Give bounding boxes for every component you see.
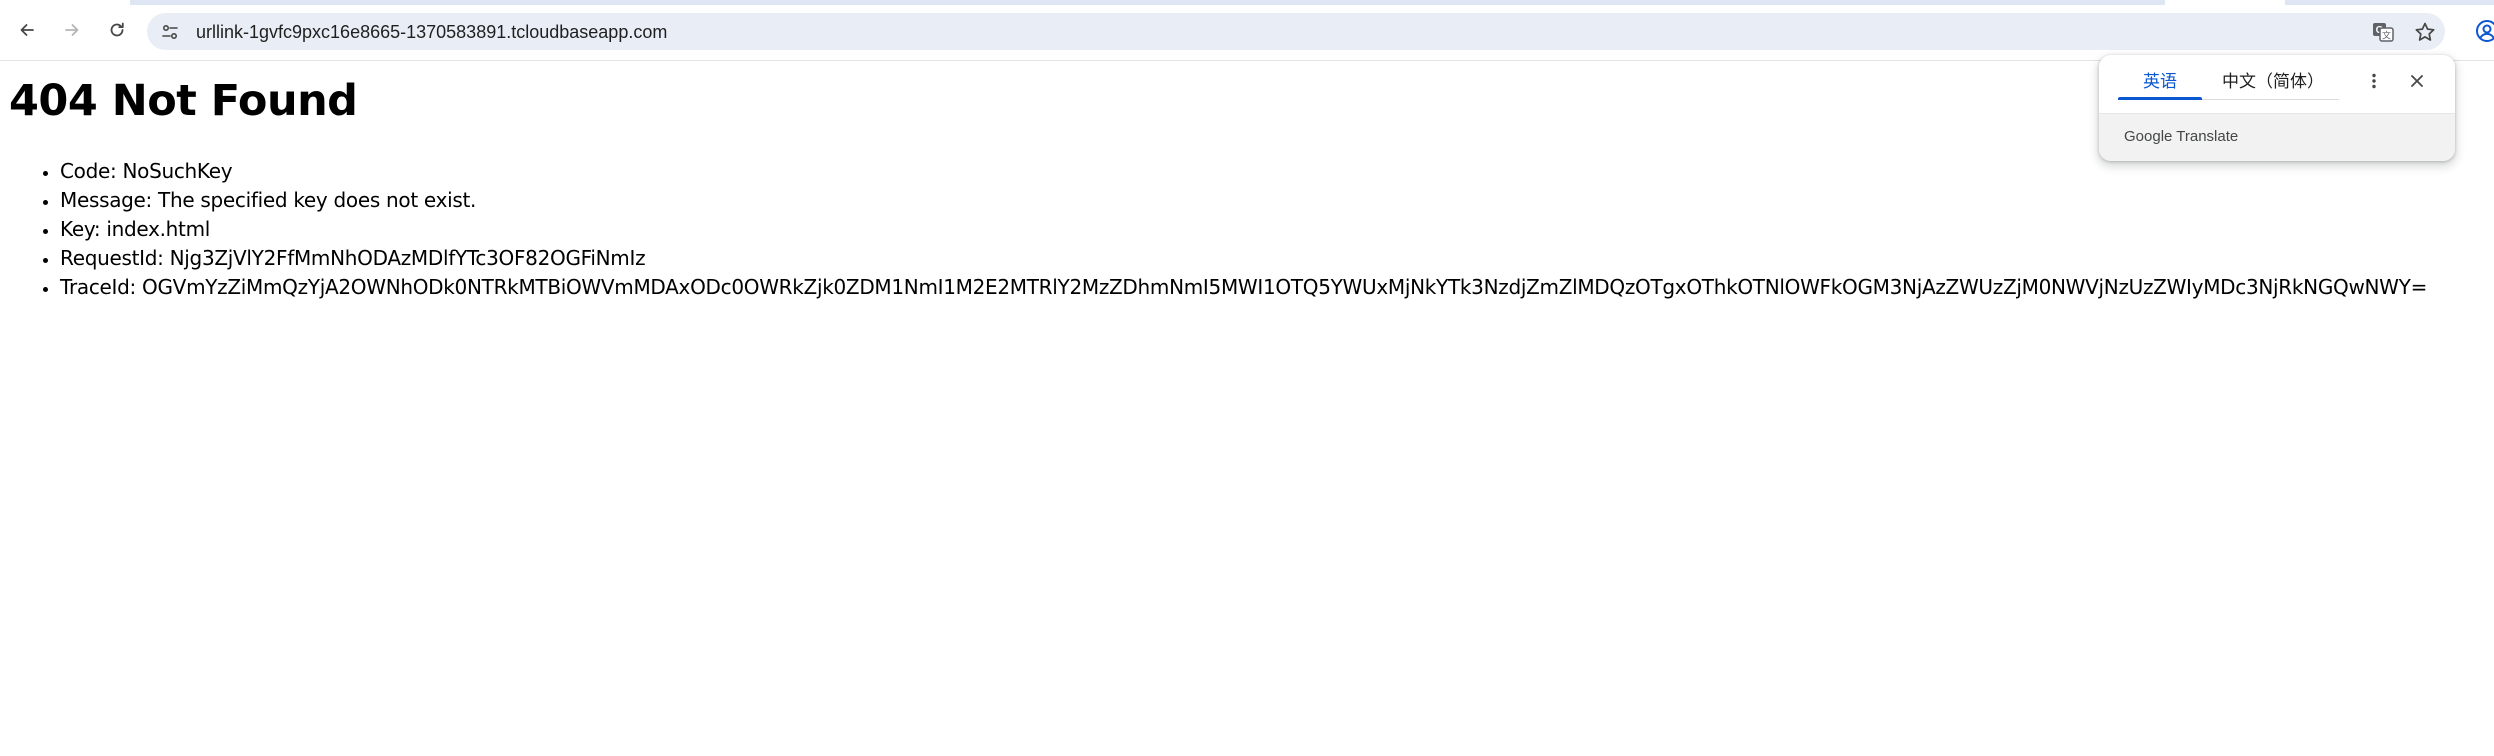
reload-button[interactable] (99, 12, 135, 48)
translate-icon: G 文 (2373, 23, 2394, 42)
tab-target-language[interactable]: 中文（简体） (2207, 64, 2339, 94)
page-title: 404 Not Found (9, 76, 358, 126)
arrow-left-icon (20, 24, 34, 36)
translate-button[interactable]: G 文 (2368, 17, 2398, 47)
translate-popup: 英语 中文（简体） Google Translate (2099, 55, 2455, 161)
error-trace-id: TraceId: OGVmYzZiMmQzYjA2OWNhODk0NTRkMTB… (60, 273, 2427, 302)
browser-toolbar: urllink-1gvfc9pxc16e8665-1370583891.tclo… (0, 0, 2494, 61)
error-message: Message: The specified key does not exis… (60, 186, 2427, 215)
page-content: 404 Not Found Code: NoSuchKey Message: T… (0, 61, 2494, 756)
tune-icon (162, 24, 178, 40)
profile-icon (2476, 20, 2494, 42)
translate-options-button[interactable] (2358, 65, 2390, 97)
tab-strip-edge (0, 0, 2494, 5)
close-icon (2411, 75, 2423, 87)
bookmark-button[interactable] (2410, 17, 2440, 47)
tab-divider (2202, 99, 2339, 100)
url-text[interactable]: urllink-1gvfc9pxc16e8665-1370583891.tclo… (196, 22, 667, 43)
forward-button[interactable] (54, 12, 90, 48)
site-info-button[interactable] (156, 18, 184, 46)
arrow-right-icon (65, 24, 79, 36)
error-code: Code: NoSuchKey (60, 157, 2427, 186)
svg-text:文: 文 (2382, 30, 2391, 42)
active-tab-indicator (2118, 97, 2202, 100)
address-bar[interactable]: urllink-1gvfc9pxc16e8665-1370583891.tclo… (147, 13, 2445, 50)
error-key: Key: index.html (60, 215, 2427, 244)
reload-icon (110, 22, 124, 37)
google-translate-label: Google Translate (2124, 128, 2239, 145)
translate-footer: Google Translate (2099, 113, 2455, 161)
profile-button[interactable] (2473, 17, 2494, 45)
translate-close-button[interactable] (2401, 65, 2433, 97)
tab-source-language[interactable]: 英语 (2118, 64, 2202, 94)
star-icon (2415, 22, 2435, 41)
more-vert-icon (2372, 73, 2376, 89)
back-button[interactable] (9, 12, 45, 48)
error-request-id: RequestId: Njg3ZjVlY2FfMmNhODAzMDlfYTc3O… (60, 244, 2427, 273)
error-details-list: Code: NoSuchKey Message: The specified k… (60, 157, 2427, 302)
